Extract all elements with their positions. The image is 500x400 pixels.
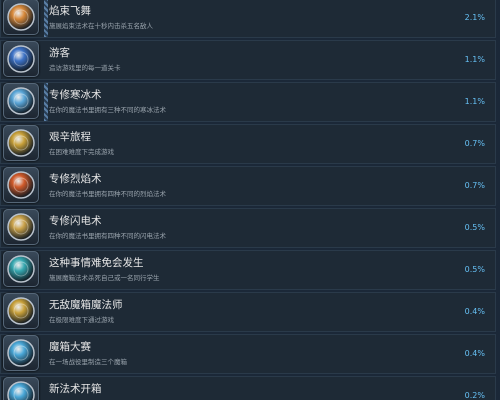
achievement-row[interactable]: 无敌魔箱魔法师在极限难度下通过游戏 0.4% bbox=[0, 292, 496, 332]
gold-badge-icon bbox=[3, 293, 39, 329]
achievement-title: 艰辛旅程 bbox=[49, 131, 91, 143]
gold-badge-icon bbox=[3, 125, 39, 161]
teal-orb-icon bbox=[3, 251, 39, 287]
achievement-row[interactable]: 这种事情难免会发生施展魔箱法术杀死自己或一名同行学生 0.5% bbox=[0, 250, 496, 290]
achievement-list: 焰束飞舞施展焰束法术在十秒内击杀五名敌人 2.1% 游客造访游戏里的每一道关卡 1.1… bbox=[0, 0, 500, 400]
unlock-percent: 1.1% bbox=[464, 97, 485, 106]
achievement-row[interactable]: 游客造访游戏里的每一道关卡 1.1% bbox=[0, 40, 496, 80]
achievement-row[interactable]: 魔箱大赛在一场战役里制造三个魔箱 0.4% bbox=[0, 334, 496, 374]
achievement-title: 无敌魔箱魔法师 bbox=[49, 299, 123, 311]
achievement-description: 施展魔箱法术杀死自己或一名同行学生 bbox=[49, 274, 160, 282]
unlock-percent: 0.5% bbox=[464, 223, 485, 232]
achievement-description: 施展焰束法术在十秒内击杀五名敌人 bbox=[49, 22, 153, 30]
achievement-row[interactable]: 焰束飞舞施展焰束法术在十秒内击杀五名敌人 2.1% bbox=[0, 0, 496, 38]
achievement-title: 这种事情难免会发生 bbox=[49, 257, 144, 269]
fire-spell-icon bbox=[3, 167, 39, 203]
achievement-description: 在你的魔法书里拥有三种不同的寒冰法术 bbox=[49, 106, 166, 114]
lightning-scroll-icon bbox=[3, 209, 39, 245]
snowflake-icon bbox=[3, 83, 39, 119]
achievement-description: 在你的魔法书里拥有四种不同的烈焰法术 bbox=[49, 190, 166, 198]
achievement-title: 专修闪电术 bbox=[49, 215, 102, 227]
unlock-percent: 0.7% bbox=[464, 181, 485, 190]
achievement-description: 在困难难度下完成游戏 bbox=[49, 148, 114, 156]
rarity-stripe bbox=[44, 0, 48, 37]
achievement-row[interactable]: 艰辛旅程在困难难度下完成游戏 0.7% bbox=[0, 124, 496, 164]
unlock-percent: 0.5% bbox=[464, 265, 485, 274]
blue-orb-icon bbox=[3, 41, 39, 77]
unlock-percent: 0.7% bbox=[464, 139, 485, 148]
unlock-percent: 1.1% bbox=[464, 55, 485, 64]
unlock-percent: 0.2% bbox=[464, 391, 485, 400]
achievement-title: 新法术开箱 bbox=[49, 383, 102, 395]
achievement-title: 游客 bbox=[49, 47, 70, 59]
achievement-row[interactable]: 专修闪电术在你的魔法书里拥有四种不同的闪电法术 0.5% bbox=[0, 208, 496, 248]
unlock-percent: 2.1% bbox=[464, 13, 485, 22]
fire-comet-icon bbox=[3, 0, 39, 35]
crystal-orb-icon bbox=[3, 335, 39, 371]
achievement-title: 专修烈焰术 bbox=[49, 173, 102, 185]
achievement-title: 魔箱大赛 bbox=[49, 341, 91, 353]
unlock-percent: 0.4% bbox=[464, 349, 485, 358]
achievement-description: 造访游戏里的每一道关卡 bbox=[49, 64, 121, 72]
achievement-description: 在你的魔法书里拥有四种不同的闪电法术 bbox=[49, 232, 166, 240]
unlock-percent: 0.4% bbox=[464, 307, 485, 316]
achievement-title: 焰束飞舞 bbox=[49, 5, 91, 17]
achievement-description: 在极限难度下通过游戏 bbox=[49, 316, 114, 324]
crystal-orb-icon bbox=[3, 377, 39, 400]
achievement-description: 在一场战役里制造三个魔箱 bbox=[49, 358, 127, 366]
achievement-row[interactable]: 专修烈焰术在你的魔法书里拥有四种不同的烈焰法术 0.7% bbox=[0, 166, 496, 206]
achievement-title: 专修寒冰术 bbox=[49, 89, 102, 101]
achievement-row[interactable]: 新法术开箱 0.2% bbox=[0, 376, 496, 400]
achievement-row[interactable]: 专修寒冰术在你的魔法书里拥有三种不同的寒冰法术 1.1% bbox=[0, 82, 496, 122]
rarity-stripe bbox=[44, 83, 48, 121]
